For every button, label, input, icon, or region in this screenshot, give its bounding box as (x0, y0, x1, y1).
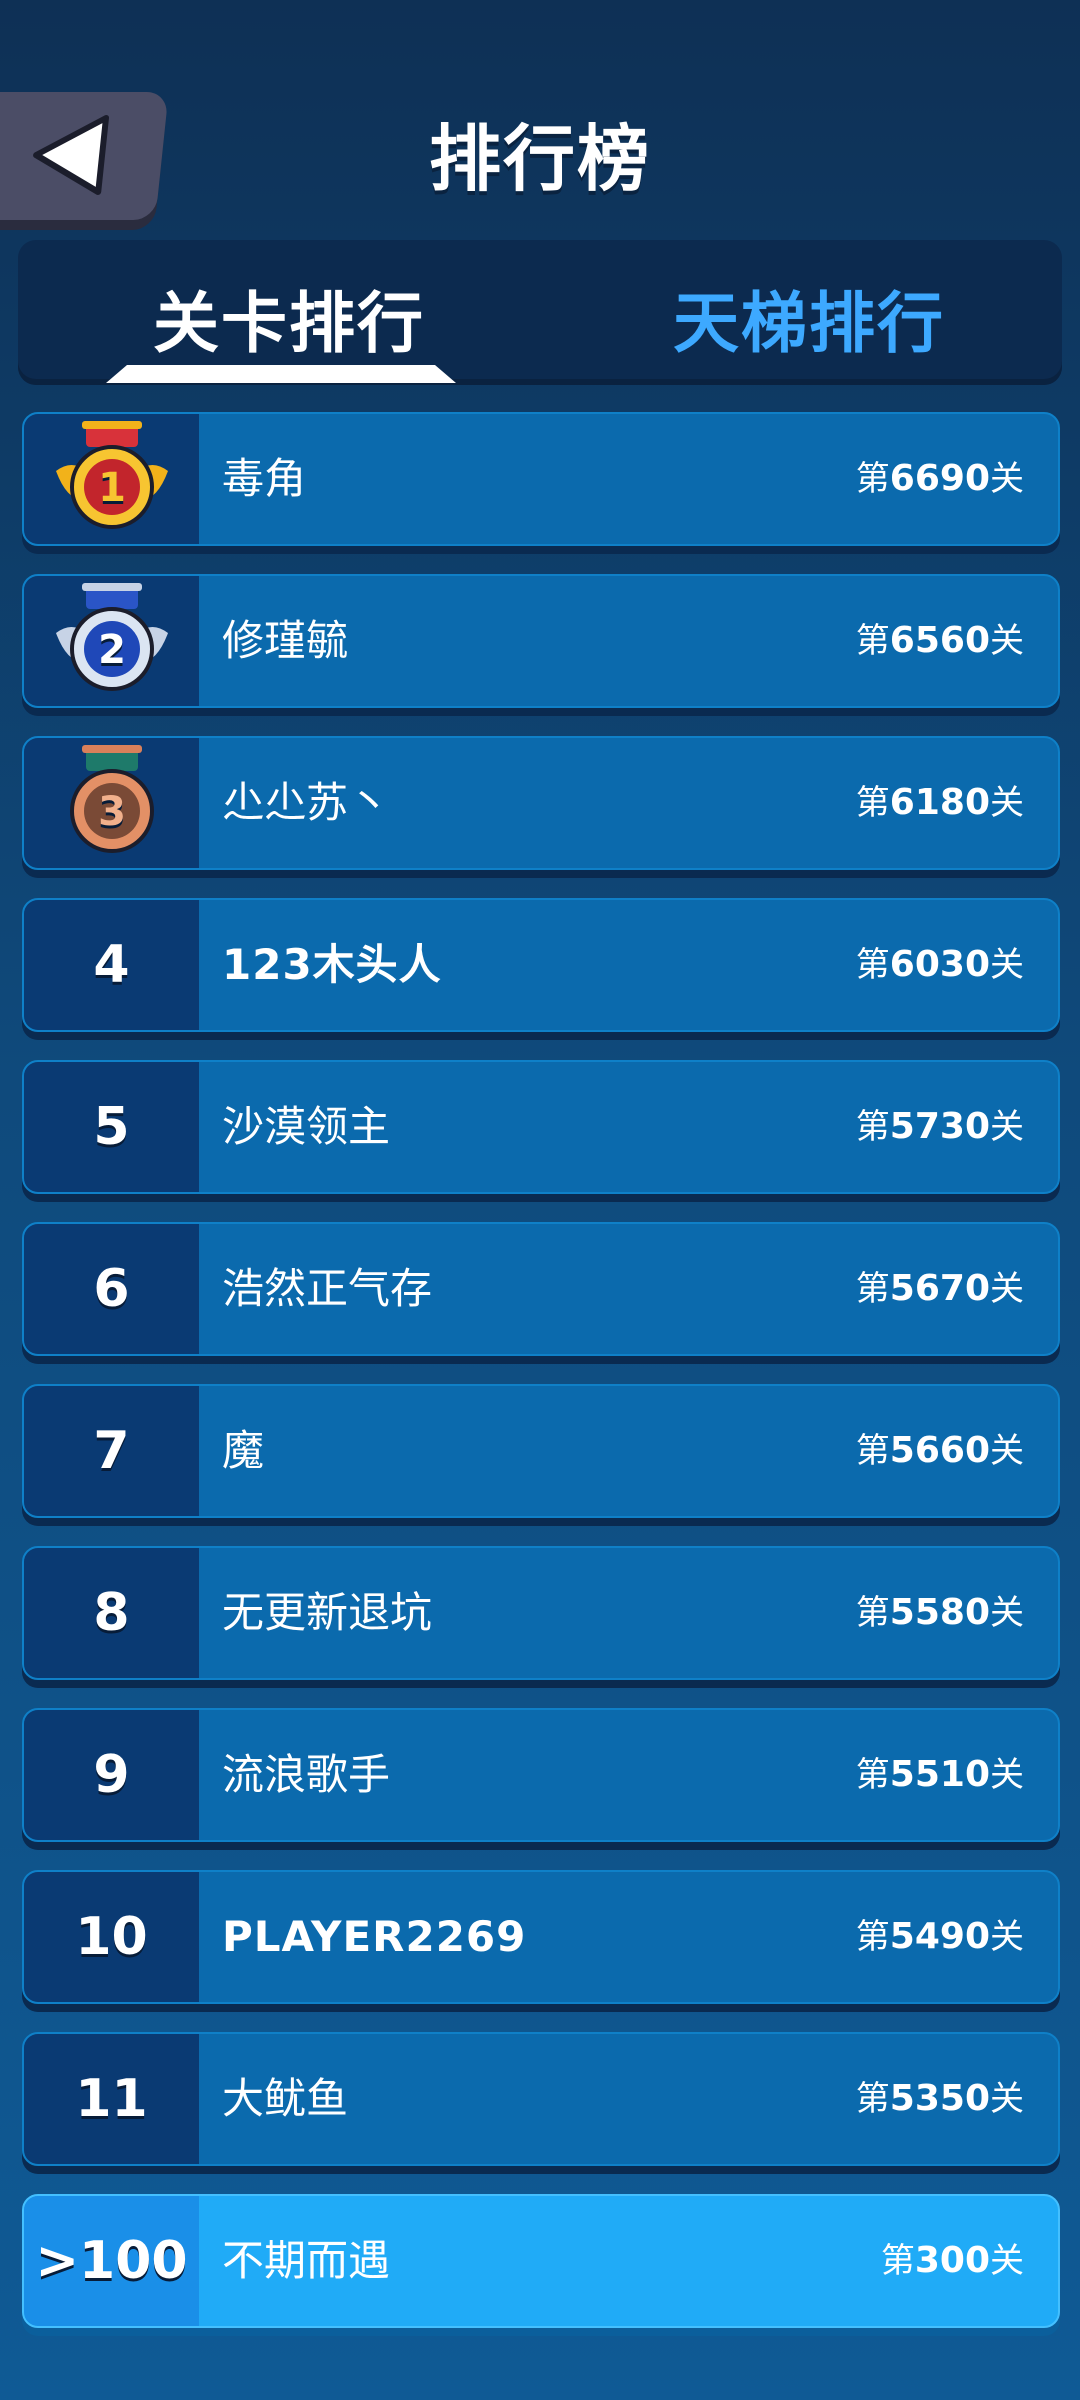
level-reached: 第6180关 (855, 782, 1024, 823)
tab-bar: 关卡排行 天梯排行 (18, 240, 1062, 385)
rank-cell: 3 (24, 738, 199, 868)
level-reached: 第6690关 (855, 458, 1024, 499)
rank-number: 6 (24, 1224, 199, 1354)
player-name: 流浪歌手 (222, 1750, 391, 1799)
my-rank-row[interactable]: >100 不期而遇 第300关 (22, 2194, 1060, 2328)
page-title: 排行榜 (428, 117, 651, 201)
rank-number: >100 (24, 2196, 199, 2326)
level-reached: 第6030关 (855, 944, 1024, 985)
rank-number: 5 (24, 1062, 199, 1192)
rank-number: 8 (24, 1548, 199, 1678)
rank-number: 9 (24, 1710, 199, 1840)
level-reached: 第5580关 (855, 1592, 1024, 1633)
leaderboard-row[interactable]: 7 魔 第5660关 (22, 1384, 1060, 1518)
gold-medal-icon: 1 (55, 421, 168, 529)
level-reached: 第6560关 (855, 620, 1024, 661)
leaderboard-row[interactable]: 5 沙漠领主 第5730关 (22, 1060, 1060, 1194)
medal-rank-number: 2 (98, 627, 126, 673)
player-name: 沙漠领主 (222, 1102, 391, 1151)
level-reached: 第5510关 (855, 1754, 1024, 1795)
silver-medal-icon: 2 (55, 583, 168, 691)
tab-ladder-ranking[interactable]: 天梯排行 (673, 270, 945, 366)
level-reached: 第5670关 (855, 1268, 1024, 1309)
player-name: 大鱿鱼 (222, 2074, 349, 2123)
leaderboard-row[interactable]: 11 大鱿鱼 第5350关 (22, 2032, 1060, 2166)
leaderboard-row[interactable]: 9 流浪歌手 第5510关 (22, 1708, 1060, 1842)
level-reached: 第5730关 (855, 1106, 1024, 1147)
level-reached: 第5490关 (855, 1916, 1024, 1957)
rank-number: 11 (24, 2034, 199, 2164)
leaderboard-row[interactable]: 4 123木头人 第6030关 (22, 898, 1060, 1032)
medal-rank-number: 1 (98, 465, 126, 511)
leaderboard-row[interactable]: 1 毒角 第6690关 (22, 412, 1060, 546)
rank-number: 10 (24, 1872, 199, 2002)
player-name: 无更新退坑 (222, 1588, 433, 1637)
player-name: PLAYER2269 (222, 1912, 527, 1961)
leaderboard-row[interactable]: 6 浩然正气存 第5670关 (22, 1222, 1060, 1356)
player-name: 魔 (222, 1426, 265, 1475)
medal-rank-number: 3 (98, 789, 126, 835)
leaderboard-row[interactable]: 2 修瑾毓 第6560关 (22, 574, 1060, 708)
level-reached: 第5350关 (855, 2078, 1024, 2119)
active-tab-indicator (106, 365, 456, 383)
top-bar: 排行榜 (0, 0, 1080, 230)
player-name: 修瑾毓 (222, 616, 349, 665)
rank-number: 7 (24, 1386, 199, 1516)
player-name: 浩然正气存 (222, 1264, 433, 1313)
level-reached: 第300关 (880, 2240, 1024, 2281)
level-reached: 第5660关 (855, 1430, 1024, 1471)
rank-number: 4 (24, 900, 199, 1030)
player-name: 123木头人 (222, 940, 442, 989)
rank-cell: 2 (24, 576, 199, 706)
tab-level-ranking[interactable]: 关卡排行 (153, 270, 425, 366)
leaderboard-list: 1 毒角 第6690关 2 修瑾毓 第6560关 3 尐尐苏丶 第6180关 4… (22, 412, 1060, 2356)
leaderboard-row[interactable]: 3 尐尐苏丶 第6180关 (22, 736, 1060, 870)
player-name: 毒角 (222, 454, 307, 503)
leaderboard-row[interactable]: 8 无更新退坑 第5580关 (22, 1546, 1060, 1680)
player-name: 不期而遇 (222, 2236, 391, 2285)
rank-cell: 1 (24, 414, 199, 544)
bronze-medal-icon: 3 (69, 745, 154, 853)
player-name: 尐尐苏丶 (222, 778, 391, 827)
leaderboard-row[interactable]: 10 PLAYER2269 第5490关 (22, 1870, 1060, 2004)
